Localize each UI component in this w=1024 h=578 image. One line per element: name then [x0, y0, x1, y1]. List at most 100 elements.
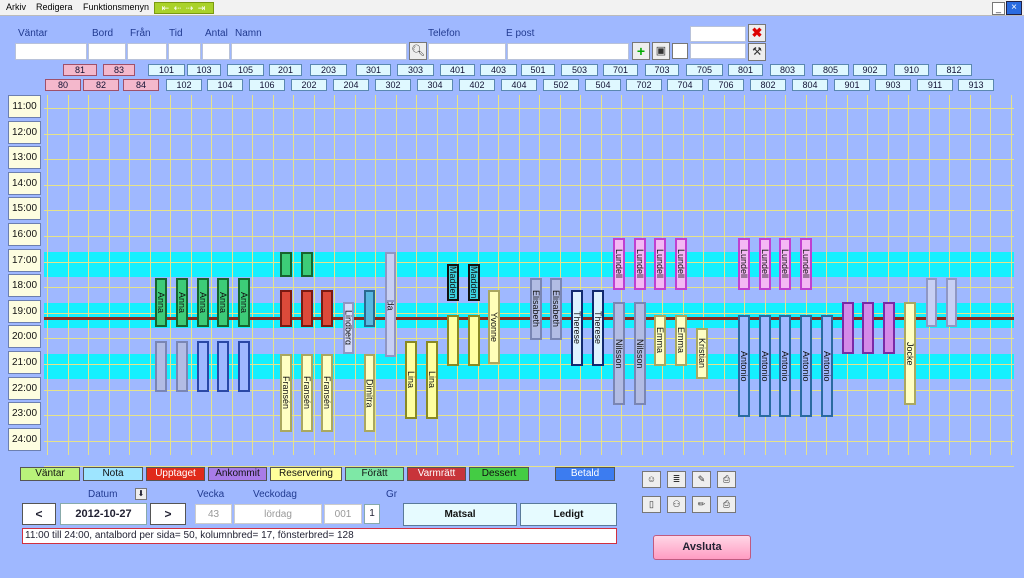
booking-bar[interactable]: Fransén [321, 354, 333, 432]
legend-varmratt[interactable]: Varmrätt [407, 467, 466, 481]
table-button-104[interactable]: 104 [207, 79, 243, 91]
booking-bar[interactable] [447, 315, 459, 366]
table-button-803[interactable]: 803 [770, 64, 805, 76]
booking-bar[interactable]: Yvonne [488, 290, 500, 364]
legend-vantar[interactable]: Väntar [20, 467, 80, 481]
legend-ankommit[interactable]: Ankommit [208, 467, 267, 481]
save-icon[interactable]: ▣ [652, 42, 670, 60]
table-button-401[interactable]: 401 [440, 64, 475, 76]
table-button-502[interactable]: 502 [543, 79, 579, 91]
booking-bar[interactable] [385, 252, 396, 302]
booking-bar[interactable] [946, 278, 957, 327]
legend-reservering[interactable]: Reservering [270, 467, 342, 481]
gr-field[interactable]: 1 [364, 504, 380, 524]
booking-bar[interactable]: Anna [176, 278, 188, 327]
vantar-field[interactable] [15, 43, 87, 60]
checkbox[interactable] [672, 43, 688, 59]
print-icon[interactable]: ⎙ [717, 496, 736, 513]
table-button-82[interactable]: 82 [83, 79, 119, 91]
booking-bar[interactable]: Therese [592, 290, 604, 366]
table-button-204[interactable]: 204 [333, 79, 369, 91]
table-button-902[interactable]: 902 [853, 64, 887, 76]
table-button-202[interactable]: 202 [291, 79, 327, 91]
booking-bar[interactable]: Anna [197, 278, 209, 327]
menu-funktionsmenyn[interactable]: Funktionsmenyn [83, 2, 149, 12]
booking-bar[interactable] [321, 290, 333, 327]
add-icon[interactable]: + [632, 42, 650, 60]
booking-bar[interactable]: Therese [571, 290, 583, 366]
table-button-403[interactable]: 403 [480, 64, 517, 76]
table-button-101[interactable]: 101 [148, 64, 185, 76]
menu-arkiv[interactable]: Arkiv [6, 2, 26, 12]
antal-field[interactable] [202, 43, 230, 60]
table-button-704[interactable]: 704 [667, 79, 703, 91]
tool-icon[interactable]: ⚒ [748, 43, 766, 61]
booking-bar[interactable] [217, 341, 229, 392]
booking-bar[interactable]: Lundell [800, 238, 812, 290]
table-button-84[interactable]: 84 [123, 79, 159, 91]
edit-icon[interactable]: ✎ [692, 471, 711, 488]
booking-bar[interactable]: Lundell [654, 238, 666, 290]
table-button-801[interactable]: 801 [728, 64, 763, 76]
booking-bar[interactable]: Elisabeth [550, 278, 562, 340]
table-button-706[interactable]: 706 [708, 79, 744, 91]
booking-bar[interactable]: Fransén [280, 354, 292, 432]
namn-field[interactable] [231, 43, 407, 60]
booking-bar[interactable]: Antonio [821, 315, 833, 417]
booking-bar[interactable]: Lundell [779, 238, 791, 290]
booking-bar[interactable] [883, 302, 895, 354]
table-button-302[interactable]: 302 [375, 79, 411, 91]
telefon-field[interactable] [428, 43, 506, 60]
table-button-303[interactable]: 303 [397, 64, 434, 76]
next-date-button[interactable]: > [150, 503, 186, 525]
table-button-812[interactable]: 812 [936, 64, 972, 76]
booking-bar[interactable]: Lina [426, 341, 438, 419]
booking-bar[interactable]: Dimitra [364, 354, 375, 432]
table-button-910[interactable]: 910 [894, 64, 929, 76]
legend-foratt[interactable]: Förätt [345, 467, 404, 481]
table-button-911[interactable]: 911 [917, 79, 953, 91]
users-icon[interactable]: ☺ [642, 471, 661, 488]
table-button-81[interactable]: 81 [63, 64, 97, 76]
tid-field[interactable] [168, 43, 201, 60]
booking-bar[interactable]: Elisabeth [530, 278, 542, 340]
legend-betald[interactable]: Betald [555, 467, 615, 481]
booking-bar[interactable] [842, 302, 854, 354]
table-button-83[interactable]: 83 [103, 64, 135, 76]
printer-icon[interactable]: ⎙ [717, 471, 736, 488]
table-button-501[interactable]: 501 [521, 64, 555, 76]
people-icon[interactable]: ⚇ [667, 496, 686, 513]
table-button-203[interactable]: 203 [310, 64, 347, 76]
legend-dessert[interactable]: Dessert [469, 467, 529, 481]
booking-bar[interactable]: Lundell [634, 238, 646, 290]
table-button-504[interactable]: 504 [585, 79, 621, 91]
bord-field[interactable] [88, 43, 126, 60]
booking-bar[interactable] [280, 252, 292, 277]
legend-nota[interactable]: Nota [83, 467, 143, 481]
booking-bar[interactable]: Jocke [904, 302, 916, 405]
table-button-913[interactable]: 913 [958, 79, 994, 91]
booking-bar[interactable]: Madden [447, 264, 459, 301]
booking-bar[interactable]: Anna [155, 278, 167, 327]
matsal-button[interactable]: Matsal [403, 503, 517, 526]
table-button-701[interactable]: 701 [603, 64, 638, 76]
booking-bar[interactable] [238, 341, 250, 392]
table-button-201[interactable]: 201 [269, 64, 302, 76]
booking-bar[interactable]: Nilsson [613, 302, 625, 405]
epost-field[interactable] [507, 43, 629, 60]
booking-bar[interactable] [364, 290, 375, 327]
booking-bar[interactable]: Emma [675, 315, 687, 366]
booking-bar[interactable]: Anna [217, 278, 229, 327]
menu-redigera[interactable]: Redigera [36, 2, 73, 12]
close-window-button[interactable]: × [1006, 1, 1022, 15]
booking-bar[interactable]: Antonio [738, 315, 750, 417]
booking-bar[interactable] [926, 278, 937, 327]
booking-bar[interactable] [468, 315, 480, 366]
extra-field-bottom[interactable] [690, 43, 746, 59]
table-button-80[interactable]: 80 [45, 79, 81, 91]
booking-bar[interactable]: Lundell [738, 238, 750, 290]
booking-bar[interactable]: Lundell [613, 238, 625, 290]
booking-bar[interactable] [280, 290, 292, 327]
table-button-903[interactable]: 903 [875, 79, 911, 91]
ledigt-button[interactable]: Ledigt [520, 503, 617, 526]
